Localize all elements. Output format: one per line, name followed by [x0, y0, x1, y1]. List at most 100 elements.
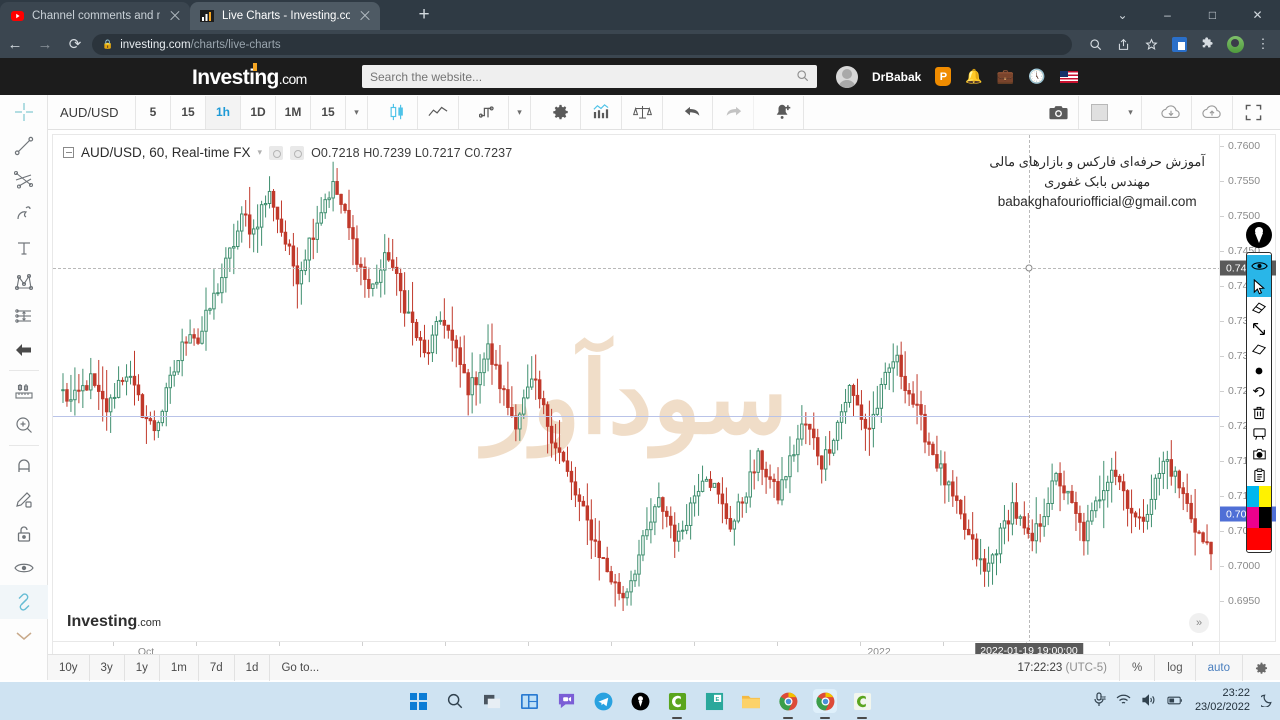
swatch-black[interactable] [1259, 507, 1271, 528]
language-flag-us[interactable] [1059, 70, 1078, 83]
browser-tab-1[interactable]: Channel comments and mention [0, 2, 190, 30]
indicators-icon[interactable] [468, 95, 509, 129]
site-search[interactable] [362, 65, 817, 88]
address-bar[interactable]: 🔒 investing.com/charts/live-charts [92, 34, 1072, 55]
portfolio-icon[interactable]: 💼 [997, 68, 1014, 85]
fullscreen-icon[interactable] [1233, 96, 1274, 129]
chrome-menu-icon[interactable]: ⋮ [1250, 31, 1276, 57]
extensions-puzzle-icon[interactable] [1194, 31, 1220, 57]
trash-icon[interactable] [1247, 402, 1271, 423]
horizontal-line-drawing[interactable] [53, 416, 1219, 417]
magnet-tool[interactable] [0, 449, 48, 483]
pen-app-icon[interactable] [628, 689, 652, 713]
bookmark-star-icon[interactable] [1138, 31, 1164, 57]
chrome-icon[interactable] [776, 689, 800, 719]
chevron-down-icon[interactable]: ▾ [258, 147, 263, 158]
back-icon[interactable]: ← [0, 30, 30, 58]
cloud-save-icon[interactable] [1192, 96, 1233, 129]
maximize-button[interactable]: □ [1190, 0, 1235, 30]
legend-symbol[interactable]: AUD/USD, 60, Real-time FX [81, 145, 251, 160]
goto-button[interactable]: Go to... [270, 655, 330, 681]
new-tab-button[interactable]: + [412, 4, 436, 28]
settings-gear-icon[interactable] [540, 95, 581, 129]
chat-teams-icon[interactable] [554, 689, 578, 713]
measure-tool[interactable] [0, 374, 48, 408]
share-icon[interactable] [1110, 31, 1136, 57]
color-swatch-caret[interactable]: ▾ [1120, 96, 1142, 129]
timeframe-more-caret-icon[interactable]: ▾ [346, 95, 368, 129]
close-icon[interactable] [168, 9, 182, 23]
candlestick-chart-type-icon[interactable] [377, 95, 418, 129]
clock[interactable]: 23:22 23/02/2022 [1195, 687, 1250, 715]
swatch-yellow[interactable] [1259, 486, 1271, 507]
file-explorer-icon[interactable] [739, 689, 763, 713]
search-icon[interactable] [443, 689, 467, 713]
clipboard-icon[interactable] [1247, 465, 1271, 486]
zoom-tool[interactable] [0, 408, 48, 442]
username-label[interactable]: DrBabak [872, 70, 921, 84]
browser-tab-2[interactable]: Live Charts - Investing.com [190, 2, 380, 30]
line-chart-type-icon[interactable] [418, 95, 459, 129]
camtasia-icon[interactable] [665, 689, 689, 719]
timeframe-15[interactable]: 15 [171, 95, 206, 129]
indicators-caret-icon[interactable]: ▾ [509, 95, 531, 129]
collapse-icon[interactable] [63, 147, 74, 158]
gear-icon[interactable] [1242, 655, 1280, 681]
color-swatches[interactable] [1247, 486, 1271, 528]
range-7d[interactable]: 7d [199, 654, 235, 681]
windows-start-icon[interactable] [406, 689, 430, 713]
auto-scale-button[interactable]: auto [1194, 655, 1242, 681]
tab-search-chevron-icon[interactable]: ⌄ [1100, 0, 1145, 30]
task-view-icon[interactable] [480, 689, 504, 713]
timeframe-15b[interactable]: 15 [311, 95, 346, 129]
whiteboard-icon[interactable] [1247, 423, 1271, 444]
close-window-button[interactable]: ✕ [1235, 0, 1280, 30]
color-swatch-icon[interactable] [1079, 96, 1120, 129]
investing-logo[interactable]: Investing.com [192, 63, 307, 90]
log-scale-button[interactable]: log [1154, 655, 1194, 681]
pattern-tool[interactable] [0, 265, 48, 299]
chart-plot-area[interactable]: AUD/USD, 60, Real-time FX ▾ O0.7218 H0.7… [52, 134, 1220, 642]
moon-icon[interactable] [1258, 693, 1274, 710]
cloud-load-icon[interactable] [1151, 96, 1192, 129]
excel-icon[interactable]: E [702, 689, 726, 713]
scales-compare-icon[interactable] [622, 95, 663, 129]
compare-chart-icon[interactable] [581, 95, 622, 129]
drawing-mode-tool[interactable] [0, 483, 48, 517]
camera-icon[interactable] [1247, 444, 1271, 465]
expand-chart-button[interactable]: » [1189, 613, 1209, 633]
add-alert-icon[interactable] [763, 95, 804, 129]
long-position-tool[interactable] [0, 299, 48, 333]
hide-drawings-tool[interactable] [0, 551, 48, 585]
search-icon[interactable] [1082, 31, 1108, 57]
redo-icon[interactable] [713, 95, 754, 129]
lock-drawings-tool[interactable] [0, 517, 48, 551]
range-1y[interactable]: 1y [125, 654, 160, 681]
sync-drawings-tool[interactable] [0, 585, 48, 619]
legend-visibility-icon[interactable] [290, 145, 305, 160]
trendline-tool[interactable] [0, 129, 48, 163]
timeframe-1d[interactable]: 1D [241, 95, 276, 129]
forward-icon[interactable]: → [30, 30, 60, 58]
text-tool[interactable] [0, 231, 48, 265]
undo-icon[interactable] [1247, 381, 1271, 402]
arrow-draw-icon[interactable] [1247, 318, 1271, 339]
range-3y[interactable]: 3y [90, 654, 125, 681]
brush-tool[interactable] [0, 197, 48, 231]
reload-icon[interactable]: ⟳ [60, 30, 90, 58]
swatch-magenta[interactable] [1247, 507, 1259, 528]
swatch-red-current[interactable] [1247, 528, 1271, 550]
range-1d[interactable]: 1d [235, 654, 271, 681]
crosshair-tool[interactable] [0, 95, 48, 129]
highlighter-visibility-icon[interactable] [1247, 255, 1271, 276]
pen-tool-badge[interactable] [1246, 222, 1272, 248]
range-1m[interactable]: 1m [160, 654, 199, 681]
mic-icon[interactable] [1093, 692, 1105, 710]
volume-icon[interactable] [1142, 693, 1156, 709]
telegram-icon[interactable] [591, 689, 615, 713]
pro-badge[interactable]: P [935, 67, 952, 86]
minimize-button[interactable]: – [1145, 0, 1190, 30]
arrow-marker-tool[interactable] [0, 333, 48, 367]
dot-brush-icon[interactable] [1247, 360, 1271, 381]
legend-settings-icon[interactable] [269, 145, 284, 160]
